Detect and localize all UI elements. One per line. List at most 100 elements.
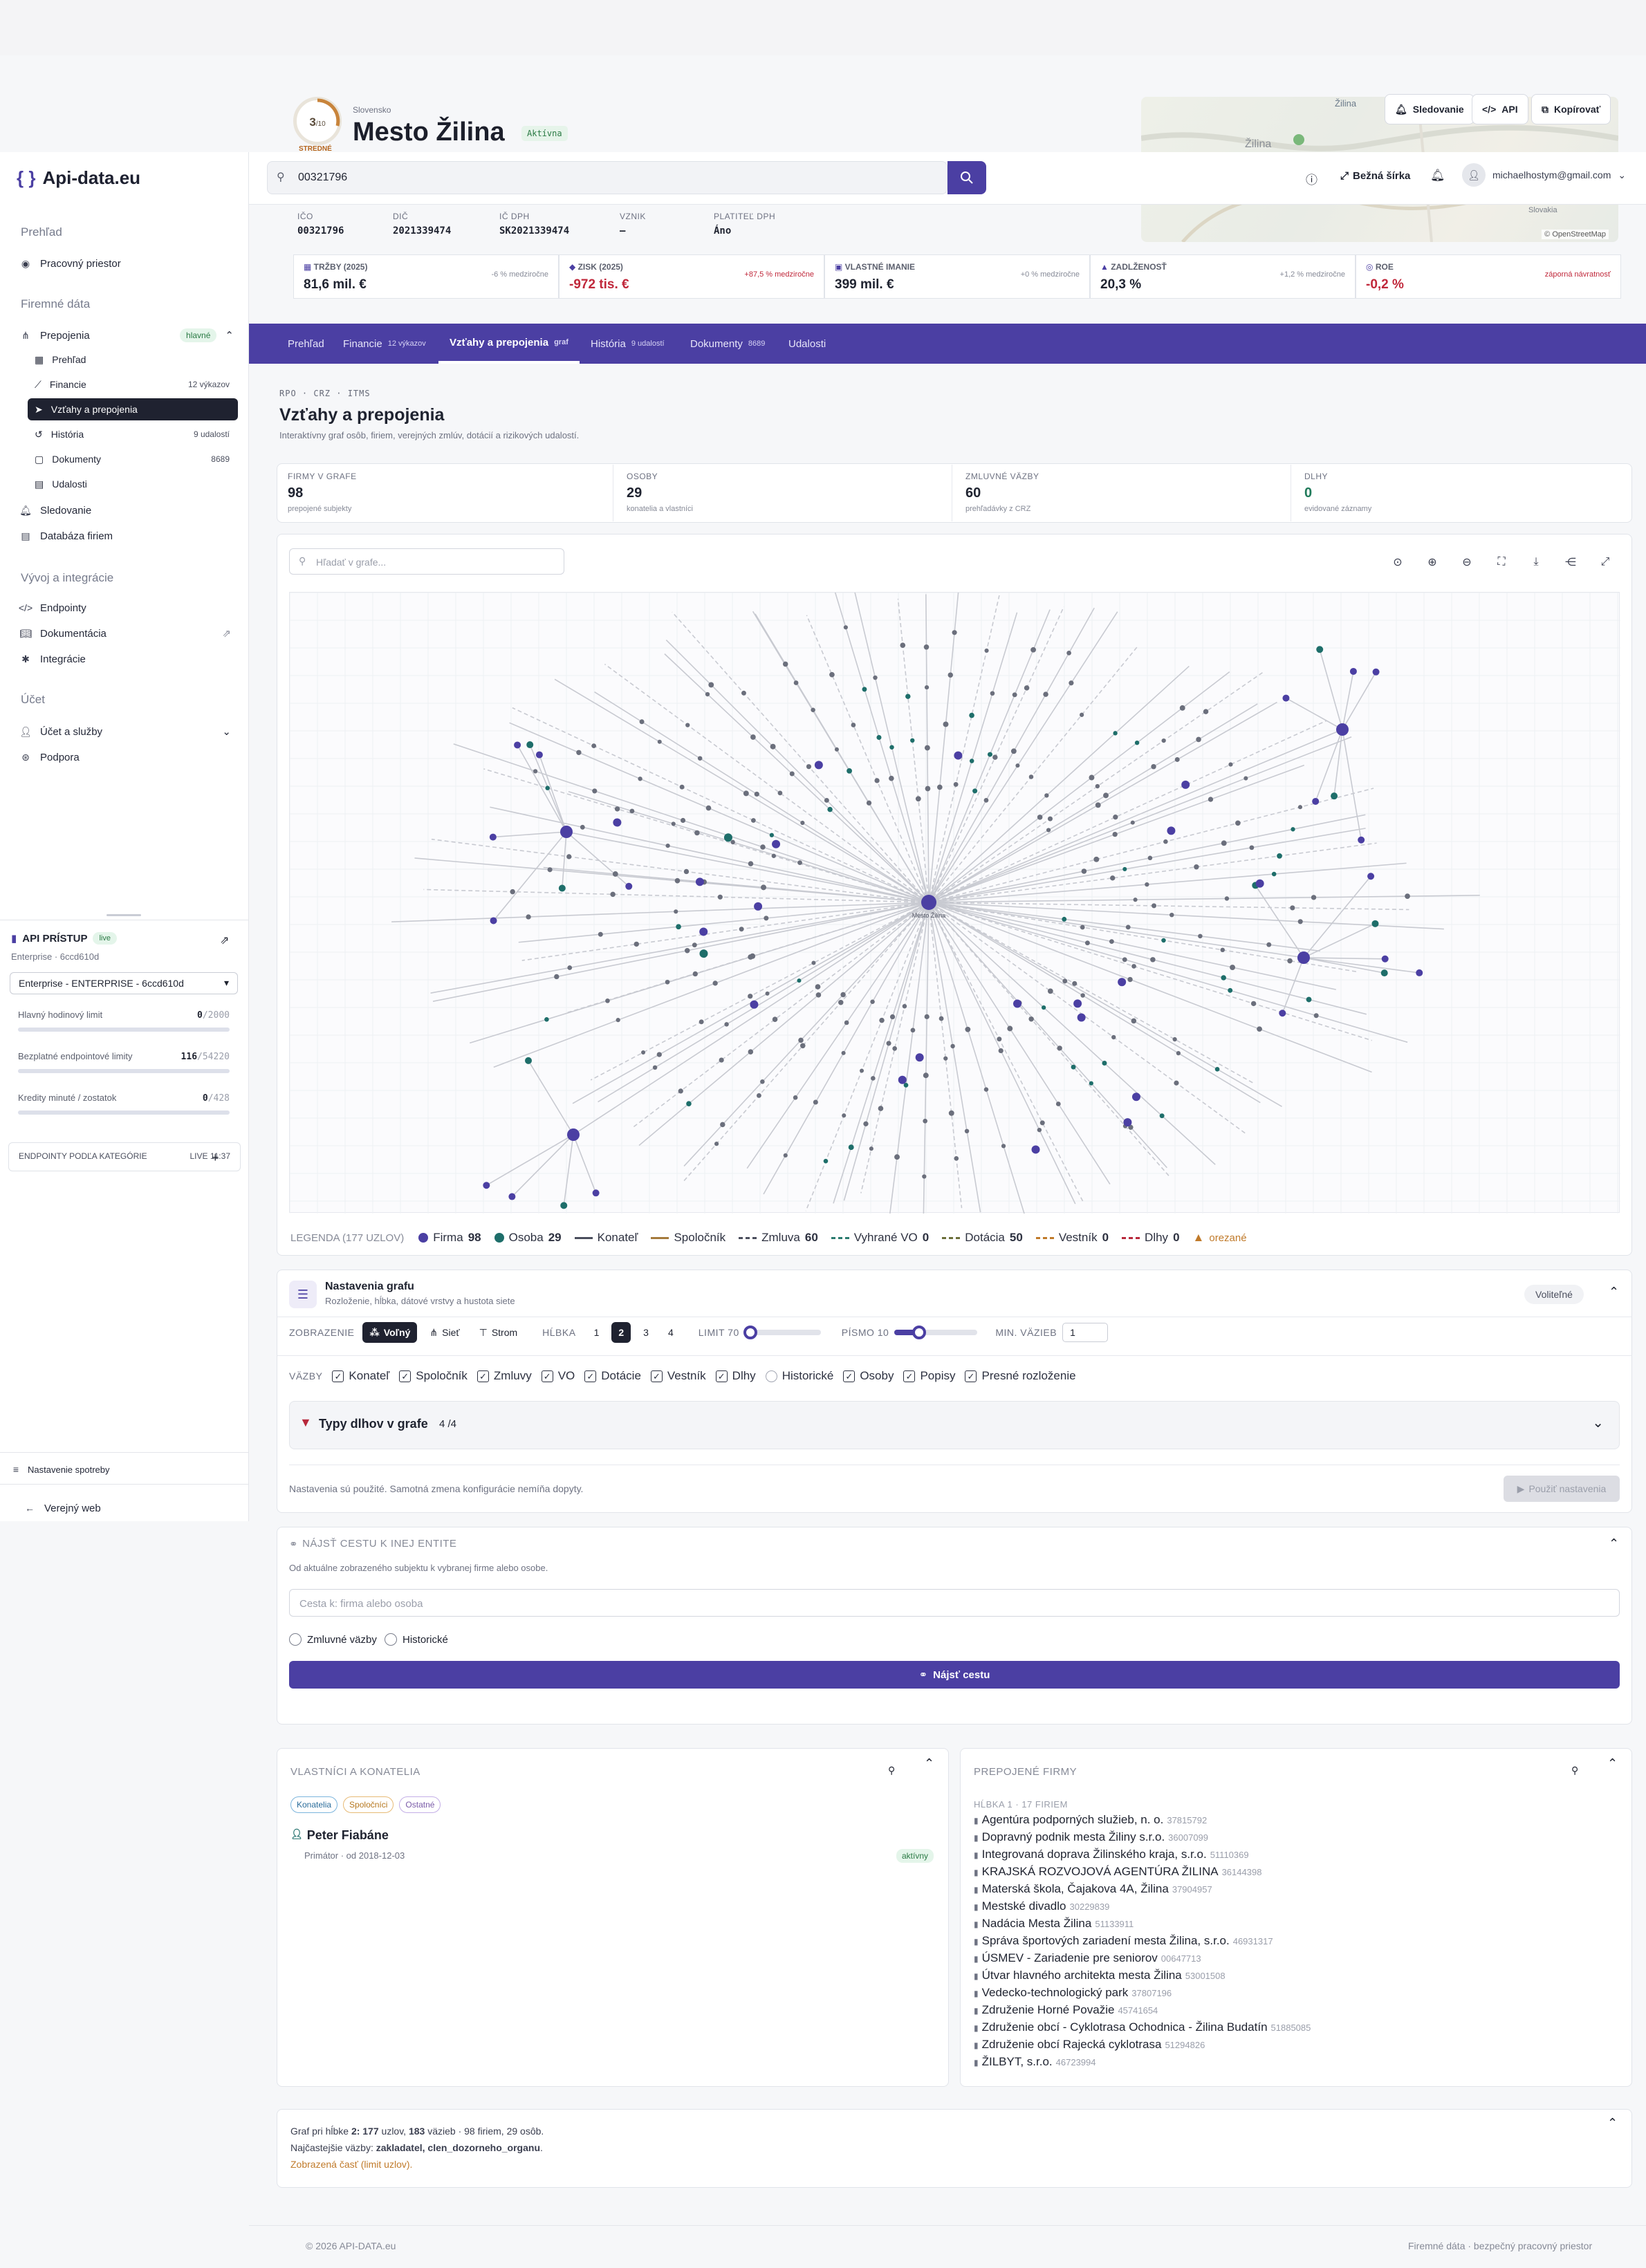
graph-node-firma[interactable] — [772, 839, 781, 848]
graph-node-firma[interactable] — [1118, 978, 1127, 987]
sidebar-item-integrations[interactable]: ✱ Integrácie — [19, 649, 86, 669]
graph-node-small[interactable] — [1243, 776, 1248, 781]
graph-node-small[interactable] — [799, 1043, 806, 1049]
graph-node-small[interactable] — [824, 797, 829, 803]
graph-node-small[interactable] — [953, 781, 959, 787]
graph-node-small[interactable] — [1113, 815, 1118, 820]
graph-node-small[interactable] — [748, 1049, 754, 1054]
graph-node-leaf[interactable] — [535, 751, 543, 759]
checkbox[interactable]: ✓ — [477, 1370, 489, 1382]
graph-node-small[interactable] — [843, 625, 848, 630]
graph-node-small[interactable] — [1047, 988, 1053, 994]
graph-node-small[interactable] — [771, 853, 776, 858]
notifications-icon[interactable]: 🔔︎ — [1430, 169, 1445, 183]
graph-node-firma[interactable] — [1131, 1093, 1140, 1102]
graph-node-small[interactable] — [1095, 802, 1101, 808]
graph-node-small[interactable] — [671, 821, 676, 826]
graph-node-leaf[interactable] — [1312, 797, 1320, 805]
graph-node-leaf[interactable] — [1282, 694, 1290, 702]
graph-node-small[interactable] — [724, 1022, 729, 1027]
graph-node-leaf[interactable] — [1316, 646, 1324, 653]
checkbox[interactable]: ✓ — [541, 1370, 553, 1382]
graph-node-small[interactable] — [1271, 871, 1277, 877]
graph-node-small[interactable] — [990, 691, 995, 696]
graph-node-small[interactable] — [699, 1019, 704, 1025]
fit-view-icon[interactable]: ⛶ — [1490, 550, 1513, 574]
graph-node-small[interactable] — [797, 978, 802, 983]
graph-node-small[interactable] — [761, 884, 766, 891]
graph-node-small[interactable] — [1080, 993, 1085, 998]
graph-node-small[interactable] — [748, 994, 753, 999]
graph-node-small[interactable] — [750, 953, 756, 959]
graph-node-small[interactable] — [1287, 958, 1293, 964]
graph-node-firma[interactable] — [750, 1000, 759, 1009]
graph-node-small[interactable] — [1152, 903, 1157, 909]
graph-node-small[interactable] — [567, 965, 573, 970]
checkbox[interactable]: ✓ — [903, 1370, 916, 1382]
graph-node-small[interactable] — [869, 1146, 873, 1151]
graph-node-leaf[interactable] — [625, 882, 633, 890]
graph-node-small[interactable] — [760, 844, 766, 850]
graph-node-firma[interactable] — [1336, 723, 1349, 736]
graph-node-small[interactable] — [730, 839, 735, 845]
limit-slider[interactable] — [743, 1326, 821, 1339]
graph-node-small[interactable] — [873, 675, 878, 680]
graph-node-small[interactable] — [1163, 839, 1168, 844]
graph-node-firma[interactable] — [1012, 999, 1021, 1008]
graph-node-small[interactable] — [1131, 1018, 1137, 1024]
graph-node-small[interactable] — [1062, 916, 1067, 922]
graph-node-small[interactable] — [948, 1110, 954, 1116]
search-button[interactable] — [947, 161, 986, 194]
filter-checkbox[interactable]: ✓ Dlhy — [715, 1369, 756, 1383]
graph-node-small[interactable] — [1220, 947, 1226, 953]
graph-node-small[interactable] — [1089, 774, 1095, 781]
graph-node-small[interactable] — [1194, 864, 1199, 870]
graph-node-small[interactable] — [1044, 793, 1049, 798]
graph-node-small[interactable] — [1122, 957, 1127, 963]
company-list-item[interactable]: ▮ Vedecko-technologický park 37807196 — [974, 1986, 1610, 2003]
zoom-out-icon[interactable]: ⊖ — [1455, 550, 1479, 574]
graph-node-small[interactable] — [1012, 692, 1017, 698]
company-list-item[interactable]: ▮ Mestské divadlo 30229839 — [974, 1899, 1610, 1917]
graph-node-small[interactable] — [902, 1003, 907, 1009]
user-menu[interactable]: 👤︎ michaelhostym@gmail.com ⌄ — [1462, 163, 1626, 187]
filter-checkbox[interactable]: ✓ Zmluvy — [477, 1369, 532, 1383]
graph-node-small[interactable] — [686, 1101, 692, 1106]
graph-node-small[interactable] — [665, 843, 670, 848]
company-list-item[interactable]: ▮ Agentúra podporných služieb, n. o. 37815… — [974, 1813, 1610, 1830]
graph-node-small[interactable] — [984, 648, 989, 653]
depth-1-button[interactable]: 1 — [587, 1322, 607, 1343]
graph-node-small[interactable] — [743, 790, 749, 797]
company-list-item[interactable]: ▮ Združenie Horné Považie 45741654 — [974, 2003, 1610, 2020]
graph-node-small[interactable] — [684, 948, 690, 954]
graph-node-small[interactable] — [692, 942, 697, 948]
graph-node-small[interactable] — [576, 750, 582, 755]
sidebar-item-connections[interactable]: ⋔ Prepojenia hlavné ⌃ — [19, 325, 234, 346]
graph-node-small[interactable] — [910, 738, 915, 743]
search-icon[interactable]: ⚲ — [1571, 1765, 1578, 1776]
graph-node-small[interactable] — [1203, 709, 1209, 714]
endpoints-by-category[interactable]: ENDPOINTY PODĽA KATEGÓRIE LIVE 11:37 — [8, 1142, 241, 1171]
graph-node-small[interactable] — [598, 931, 603, 937]
graph-node-small[interactable] — [1228, 987, 1233, 993]
graph-node-small[interactable] — [1110, 875, 1116, 881]
filter-checkbox[interactable]: ✓ Dotácie — [584, 1369, 641, 1383]
graph-node-leaf[interactable] — [514, 741, 521, 749]
tab-documents[interactable]: Dokumenty 8689 — [690, 324, 765, 364]
graph-node-small[interactable] — [910, 1028, 916, 1033]
copy-button[interactable]: ⧉ Kopírovať — [1531, 94, 1611, 124]
graph-node-small[interactable] — [915, 796, 921, 802]
help-icon[interactable]: ⓘ — [1306, 170, 1317, 187]
checkbox[interactable]: ✓ — [584, 1370, 597, 1382]
graph-node-leaf[interactable] — [526, 741, 534, 749]
graph-node-small[interactable] — [1230, 965, 1236, 971]
graph-node-small[interactable] — [1291, 827, 1295, 832]
font-slider[interactable] — [894, 1326, 978, 1339]
graph-node-small[interactable] — [1072, 980, 1078, 986]
follow-button[interactable]: 🔔︎ Sledovanie — [1385, 94, 1474, 124]
graph-node-small[interactable] — [526, 914, 531, 920]
graph-node-small[interactable] — [1062, 978, 1068, 984]
graph-node-leaf[interactable] — [525, 1057, 533, 1064]
graph-node-small[interactable] — [1007, 1025, 1013, 1032]
graph-node-small[interactable] — [969, 712, 974, 718]
